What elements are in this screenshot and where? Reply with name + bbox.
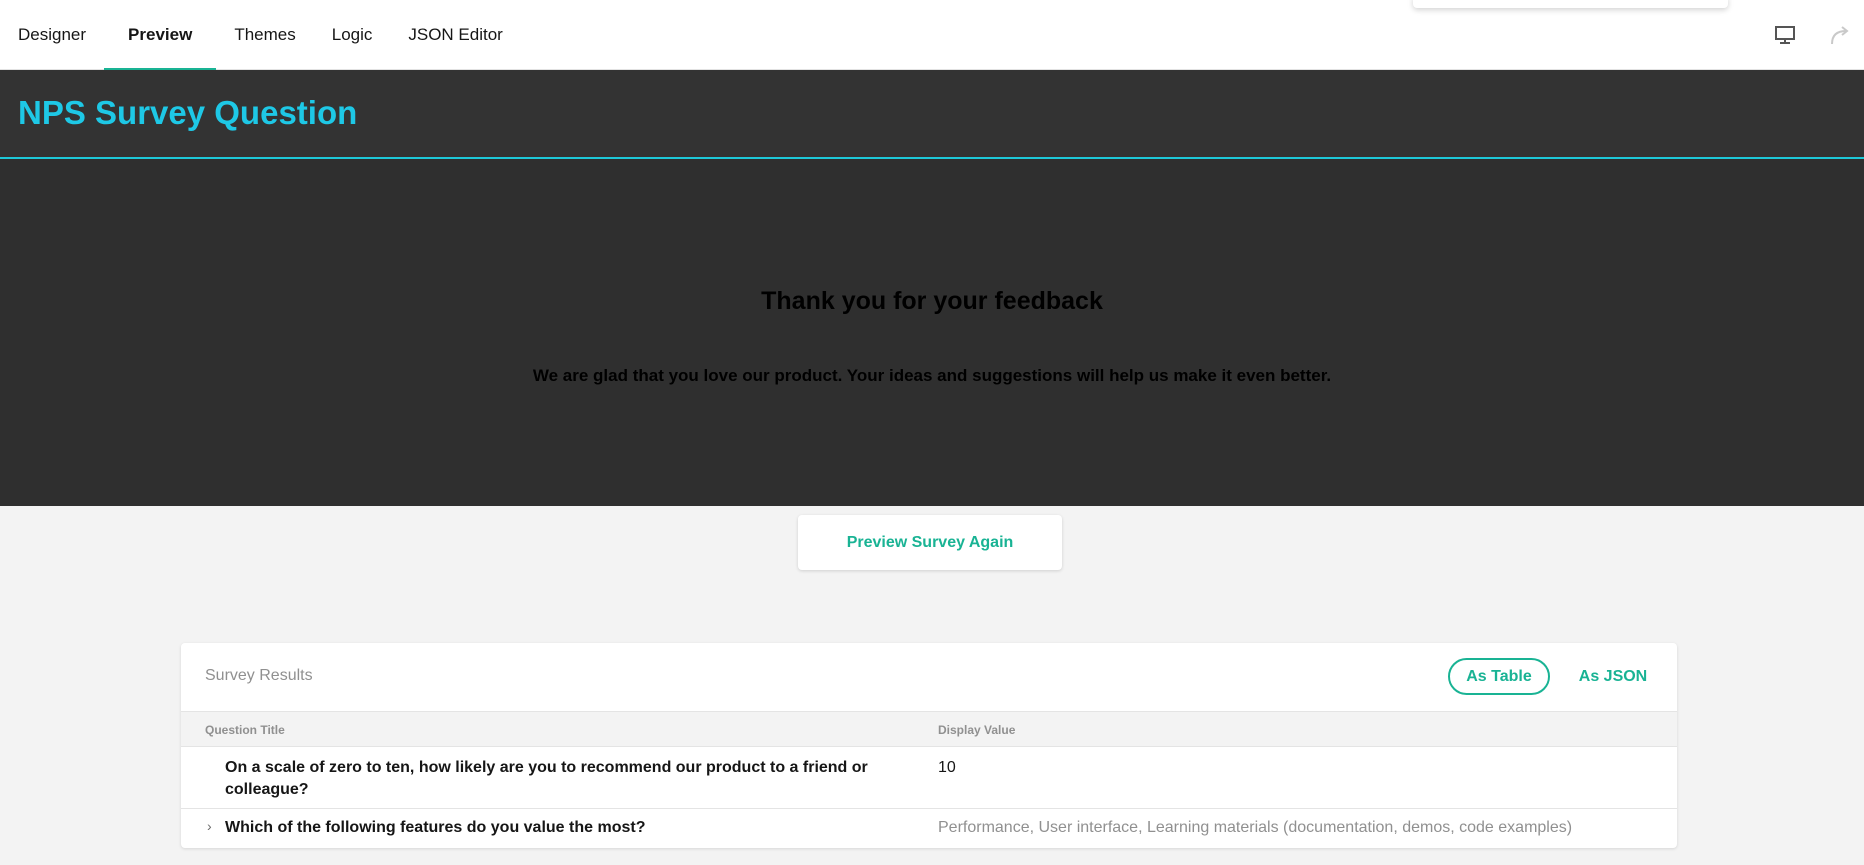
display-value: 10: [938, 759, 956, 776]
preview-again-button[interactable]: Preview Survey Again: [798, 515, 1062, 570]
question-title: Which of the following features do you v…: [225, 819, 646, 836]
column-header-value: Display Value: [938, 723, 1016, 737]
completed-title: Thank you for your feedback: [761, 287, 1103, 315]
display-value: Performance, User interface, Learning ma…: [938, 819, 1573, 836]
tab-json-editor[interactable]: JSON Editor: [390, 0, 520, 70]
tab-label: Themes: [234, 25, 296, 44]
dropdown-panel: [1413, 0, 1728, 8]
column-header-question: Question Title: [205, 723, 285, 737]
redo-icon[interactable]: [1827, 22, 1853, 48]
tab-label: Designer: [18, 25, 87, 44]
chevron-right-icon[interactable]: ›: [207, 818, 212, 834]
top-toolbar: Designer Preview Themes Logic JSON Edito…: [0, 0, 1864, 70]
tab-logic[interactable]: Logic: [314, 0, 391, 70]
survey-header: NPS Survey Question: [0, 70, 1864, 159]
as-table-button[interactable]: As Table: [1448, 658, 1550, 695]
survey-title: NPS Survey Question: [18, 94, 358, 131]
results-header: Survey Results As Table As JSON: [181, 643, 1677, 711]
tab-bar: Designer Preview Themes Logic JSON Edito…: [0, 0, 521, 70]
monitor-icon[interactable]: [1772, 22, 1798, 48]
tab-themes[interactable]: Themes: [216, 0, 313, 70]
results-title: Survey Results: [205, 667, 313, 684]
table-row: › Which of the following features do you…: [181, 809, 1677, 848]
survey-results-panel: Survey Results As Table As JSON Question…: [181, 643, 1677, 848]
completed-text: We are glad that you love our product. Y…: [532, 366, 1332, 385]
tab-preview[interactable]: Preview: [104, 0, 217, 70]
tab-designer[interactable]: Designer: [0, 0, 104, 70]
completed-page: Thank you for your feedback We are glad …: [0, 159, 1864, 506]
as-json-button[interactable]: As JSON: [1571, 658, 1655, 695]
tab-label: Preview: [128, 25, 193, 44]
tab-label: JSON Editor: [408, 25, 503, 44]
tab-label: Logic: [331, 25, 373, 44]
table-row: On a scale of zero to ten, how likely ar…: [181, 747, 1677, 809]
question-title: On a scale of zero to ten, how likely ar…: [225, 759, 868, 798]
table-header: Question Title Display Value: [181, 711, 1677, 747]
